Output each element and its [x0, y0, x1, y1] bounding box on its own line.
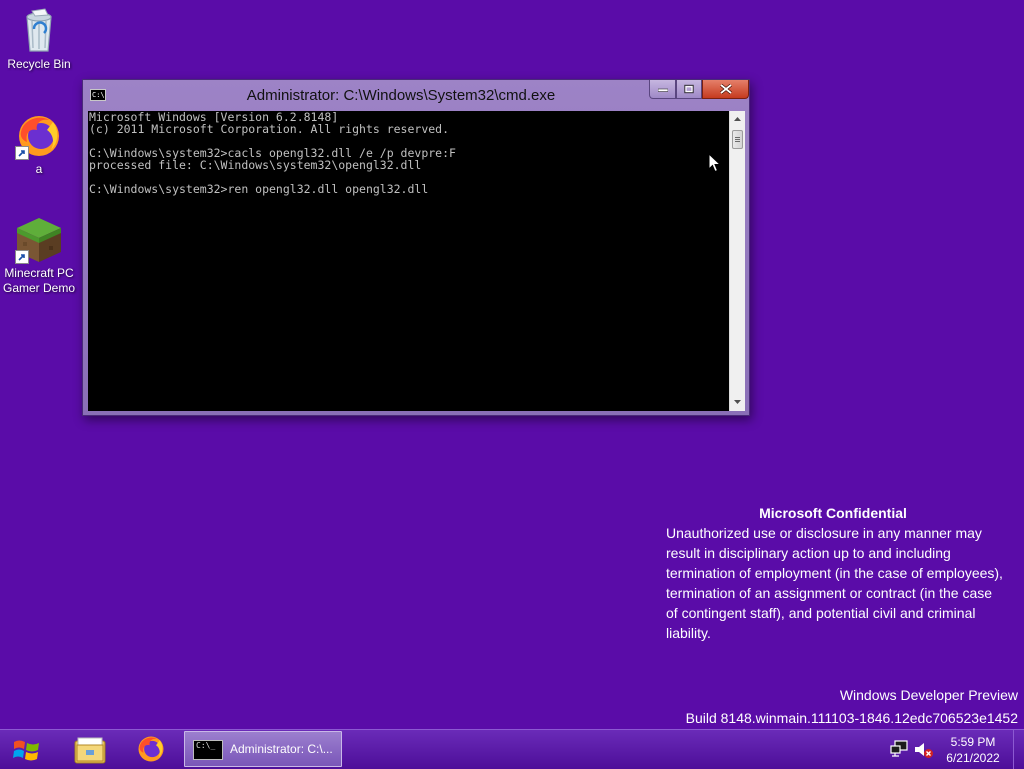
desktop-icon-label: a — [35, 162, 43, 176]
desktop-icon-minecraft[interactable]: Minecraft PC Gamer Demo — [0, 216, 78, 296]
desktop-icon-label: Minecraft PC Gamer Demo — [2, 266, 76, 295]
firefox-icon — [138, 736, 164, 762]
console-text: Microsoft Windows [Version 6.2.8148] (c)… — [88, 111, 729, 195]
confidential-title: Microsoft Confidential — [759, 505, 907, 521]
close-button[interactable] — [702, 80, 749, 99]
start-button[interactable] — [0, 730, 54, 769]
file-explorer-icon — [74, 737, 106, 764]
recycle-bin-icon — [15, 7, 63, 55]
taskbar-clock[interactable]: 5:59 PM 6/21/2022 — [940, 734, 1006, 766]
clock-time: 5:59 PM — [950, 735, 996, 749]
build-number: Build 8148.winmain.111103-1846.12edc7065… — [685, 710, 1018, 726]
cmd-window[interactable]: C:\ Administrator: C:\Windows\System32\c… — [82, 79, 750, 416]
clock-date: 6/21/2022 — [946, 751, 1000, 765]
console-line: processed file: C:\Windows\system32\open… — [89, 158, 422, 172]
volume-muted-icon — [915, 743, 933, 758]
confidential-body: Unauthorized use or disclosure in any ma… — [666, 525, 1003, 641]
build-watermark: Windows Developer Preview Build 8148.win… — [686, 684, 1018, 730]
scroll-up-button[interactable] — [730, 111, 745, 128]
arrow-up-icon — [734, 117, 741, 121]
firefox-icon — [15, 112, 63, 160]
scroll-thumb[interactable] — [732, 130, 743, 149]
mouse-cursor-icon — [708, 153, 721, 173]
shortcut-arrow-icon — [15, 146, 29, 160]
console-line: C:\Windows\system32>ren opengl32.dll ope… — [89, 182, 429, 196]
confidential-notice: Microsoft Confidential Unauthorized use … — [666, 503, 1016, 643]
cmd-icon: C:\_ — [193, 740, 223, 760]
taskbar-file-explorer[interactable] — [60, 730, 120, 769]
arrow-down-icon — [734, 400, 741, 404]
network-tray-button[interactable] — [890, 740, 908, 758]
network-icon — [890, 740, 908, 757]
volume-tray-button[interactable] — [914, 741, 934, 759]
minimize-button[interactable] — [649, 80, 676, 99]
title-bar[interactable]: C:\ Administrator: C:\Windows\System32\c… — [83, 80, 749, 110]
shortcut-arrow-icon — [15, 250, 29, 264]
minecraft-icon — [15, 216, 63, 264]
console-output[interactable]: Microsoft Windows [Version 6.2.8148] (c)… — [88, 111, 729, 411]
windows-logo-icon — [13, 740, 39, 761]
taskbar: C:\_ Administrator: C:\... 5:59 PM 6/21/… — [0, 729, 1024, 769]
taskbar-cmd-button[interactable]: C:\_ Administrator: C:\... — [184, 731, 342, 767]
maximize-button[interactable] — [676, 80, 702, 99]
scroll-down-button[interactable] — [730, 394, 745, 411]
close-icon — [719, 84, 732, 94]
maximize-icon — [684, 84, 694, 94]
build-edition: Windows Developer Preview — [839, 687, 1018, 703]
desktop-icon-firefox[interactable]: a — [0, 112, 78, 177]
console-line: (c) 2011 Microsoft Corporation. All righ… — [89, 122, 450, 136]
desktop-icon-label: Recycle Bin — [7, 57, 71, 71]
desktop-icon-recycle-bin[interactable]: Recycle Bin — [0, 7, 78, 72]
show-desktop-button[interactable] — [1013, 730, 1024, 769]
taskbar-cmd-label: Administrator: C:\... — [230, 742, 333, 756]
taskbar-firefox[interactable] — [121, 730, 181, 769]
vertical-scrollbar[interactable] — [729, 111, 745, 411]
minimize-icon — [657, 88, 668, 92]
